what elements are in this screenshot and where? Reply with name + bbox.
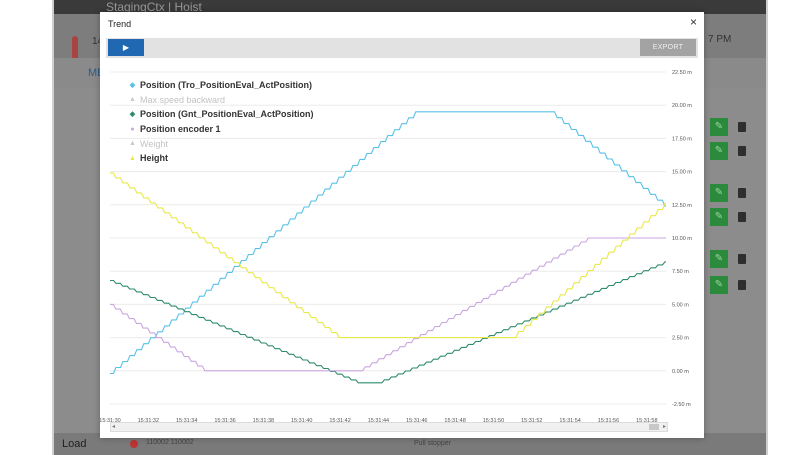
trash-icon[interactable] bbox=[738, 280, 746, 290]
y-tick-label: 7.50 m bbox=[672, 269, 689, 275]
legend-entry[interactable]: ▲ Height bbox=[128, 151, 314, 166]
footer-ids: 110002 110002 bbox=[146, 439, 194, 446]
trend-dialog: Trend × ▶ EXPORT -2.50 m 0.00 m 2.50 m 5.00… bbox=[100, 12, 704, 438]
status-dot bbox=[130, 440, 138, 448]
chart-legend: ◆ Position (Tro_PositionEval_ActPosition)… bbox=[128, 78, 314, 166]
legend-marker-icon: ◆ bbox=[129, 82, 136, 90]
y-tick-label: 12.50 m bbox=[672, 203, 692, 209]
edit-icon[interactable]: ✎ bbox=[710, 250, 728, 268]
legend-entry[interactable]: ◆ Position (Gnt_PositionEval_ActPosition) bbox=[128, 107, 314, 122]
legend-label: Weight bbox=[140, 138, 168, 149]
chart-scrollbar[interactable]: ◂ ▸ bbox=[110, 422, 668, 432]
y-tick-label: 2.50 m bbox=[672, 336, 689, 342]
trend-toolbar: ▶ EXPORT bbox=[106, 38, 698, 58]
close-icon[interactable]: × bbox=[690, 15, 697, 29]
edit-icon[interactable]: ✎ bbox=[710, 276, 728, 294]
y-tick-label: 10.00 m bbox=[672, 236, 692, 242]
legend-entry[interactable]: ▲ Weight bbox=[128, 136, 314, 151]
scroll-left-icon[interactable]: ◂ bbox=[112, 423, 115, 431]
edit-icon[interactable]: ✎ bbox=[710, 142, 728, 160]
dialog-title: Trend bbox=[108, 19, 132, 29]
legend-marker-icon: ▲ bbox=[129, 140, 136, 148]
trash-icon[interactable] bbox=[738, 122, 746, 132]
series-line bbox=[110, 172, 666, 339]
legend-label: Height bbox=[140, 153, 168, 164]
trash-icon[interactable] bbox=[738, 188, 746, 198]
y-tick-label: 17.50 m bbox=[672, 136, 692, 142]
edit-icon[interactable]: ✎ bbox=[710, 208, 728, 226]
legend-label: Position encoder 1 bbox=[140, 124, 221, 135]
legend-marker-icon: ◆ bbox=[129, 111, 136, 119]
footer-field: Pull stopper bbox=[414, 440, 451, 447]
legend-marker-icon: ▲ bbox=[129, 154, 136, 162]
trash-icon[interactable] bbox=[738, 146, 746, 156]
header-time: 7 PM bbox=[708, 34, 732, 45]
legend-entry[interactable]: ● Position encoder 1 bbox=[128, 122, 314, 137]
legend-marker-icon: ● bbox=[130, 125, 135, 133]
y-tick-label: 20.00 m bbox=[672, 103, 692, 109]
play-button[interactable]: ▶ bbox=[108, 39, 144, 56]
series-line bbox=[110, 261, 666, 384]
edit-icon[interactable]: ✎ bbox=[710, 184, 728, 202]
trash-icon[interactable] bbox=[738, 212, 746, 222]
footer-load-label: Load bbox=[62, 438, 87, 450]
y-tick-label: 22.50 m bbox=[672, 70, 692, 76]
legend-label: Position (Tro_PositionEval_ActPosition) bbox=[140, 80, 313, 91]
y-tick-label: 0.00 m bbox=[672, 369, 689, 375]
export-button[interactable]: EXPORT bbox=[640, 39, 696, 56]
edit-icon[interactable]: ✎ bbox=[710, 118, 728, 136]
y-tick-label: -2.50 m bbox=[672, 402, 691, 408]
y-tick-label: 5.00 m bbox=[672, 302, 689, 308]
legend-marker-icon: ▲ bbox=[129, 96, 136, 104]
legend-label: Position (Gnt_PositionEval_ActPosition) bbox=[140, 109, 314, 120]
legend-label: Max speed backward bbox=[140, 94, 226, 105]
scroll-thumb[interactable] bbox=[649, 424, 659, 430]
scroll-right-icon[interactable]: ▸ bbox=[663, 423, 666, 431]
trash-icon[interactable] bbox=[738, 254, 746, 264]
y-tick-label: 15.00 m bbox=[672, 170, 692, 176]
legend-entry[interactable]: ◆ Position (Tro_PositionEval_ActPosition) bbox=[128, 78, 314, 93]
legend-entry[interactable]: ▲ Max speed backward bbox=[128, 93, 314, 108]
